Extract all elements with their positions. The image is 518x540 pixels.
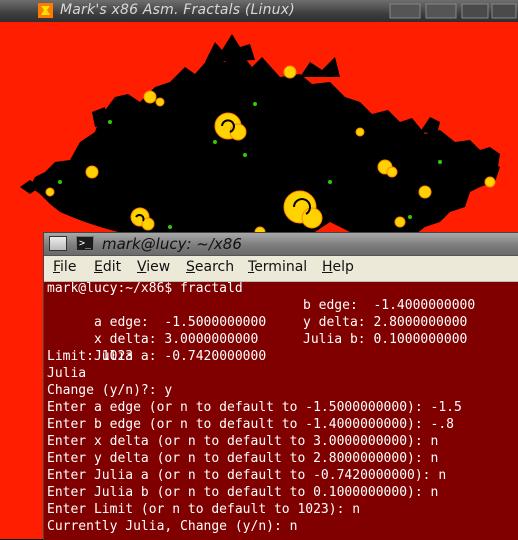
param-row-delta: x delta: 3.0000000000 y delta: 2.80000000… [47,314,467,347]
param-row-julia: Julia a: -0.7420000000 Julia b: 0.1000000… [47,331,467,364]
output-line: Limit: 1023 [47,349,134,364]
param-julia-b: Julia b: 0.1000000000 [303,332,468,347]
output-line: Enter b edge (or n to default to -1.4000… [47,417,454,432]
terminal-menubar: File Edit View Search Terminal Help [44,256,518,282]
window-title: Mark's x86 Asm. Fractals (Linux) [60,2,295,18]
output-line: Enter x delta (or n to default to 3.0000… [47,434,439,449]
menu-terminal[interactable]: Terminal [248,259,307,275]
output-line: Enter y delta (or n to default to 2.8000… [47,451,439,466]
output-line: Currently Julia, Change (y/n): n [47,518,297,535]
prompt-line: mark@lucy:~/x86$ fractald [47,282,243,296]
app-icon[interactable] [38,3,53,18]
window-menu-button[interactable] [49,236,67,251]
output-line: Enter Julia a (or n to default to -0.742… [47,468,447,483]
output-line: Enter Limit (or n to default to 1023): n [47,502,361,517]
param-y-delta: y delta: 2.8000000000 [303,315,468,330]
menu-help[interactable]: Help [322,259,354,275]
param-b-edge: b edge: -1.4000000000 [303,298,476,313]
window-controls[interactable] [388,2,518,20]
output-line: Julia [47,366,87,381]
output-line: Change (y/n)?: y [47,383,173,398]
output-line: Enter a edge (or n to default to -1.5000… [47,400,462,415]
terminal-title: mark@lucy: ~/x86 [102,235,242,253]
menu-search[interactable]: Search [186,259,234,275]
terminal-title-bar[interactable]: >_ mark@lucy: ~/x86 [44,233,518,256]
output-line: Enter Julia b (or n to default to 0.1000… [47,485,439,500]
window-title-bar[interactable]: Mark's x86 Asm. Fractals (Linux) [0,0,518,23]
terminal-output[interactable]: mark@lucy:~/x86$ fractald a edge: -1.500… [44,282,518,540]
terminal-window[interactable]: >_ mark@lucy: ~/x86 File Edit View Searc… [43,232,518,540]
menu-edit[interactable]: Edit [94,259,121,275]
param-row-a-b: a edge: -1.5000000000 b edge: -1.40000000… [47,297,475,330]
terminal-icon: >_ [76,236,94,251]
menu-file[interactable]: File [53,259,76,275]
last-output-text: Currently Julia, Change (y/n): n [47,519,298,534]
menu-view[interactable]: View [137,259,170,275]
